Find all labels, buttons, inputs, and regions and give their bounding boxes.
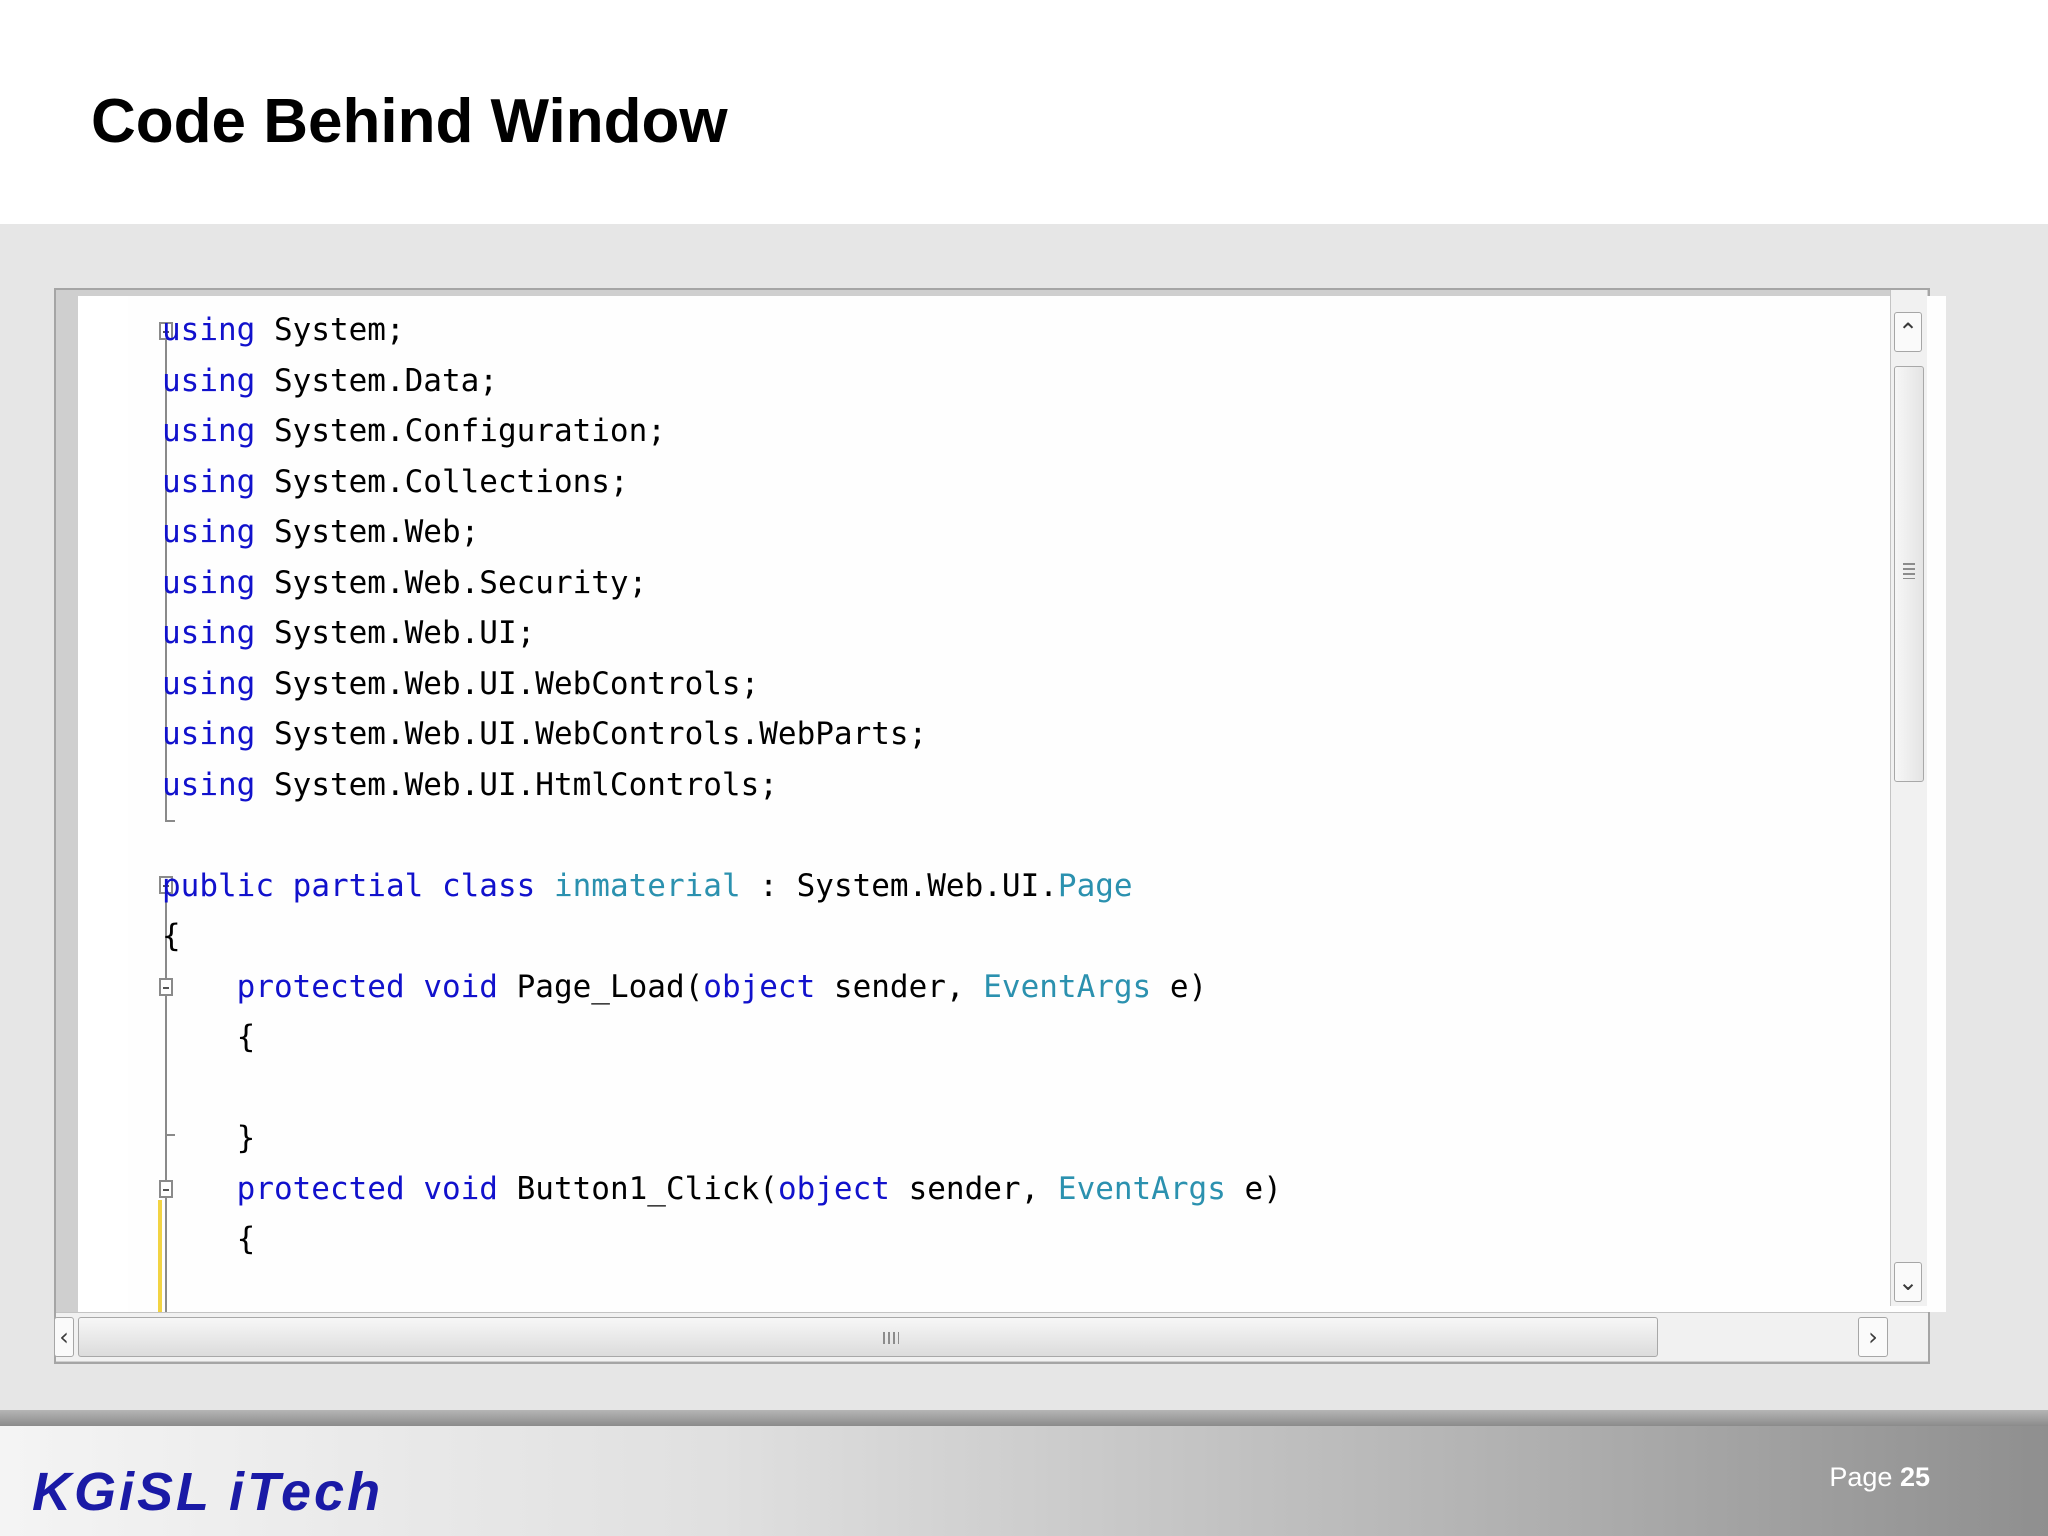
- scroll-up-button[interactable]: ⌃: [1894, 312, 1922, 352]
- keyword-token: void: [423, 968, 498, 1005]
- type-token: inmaterial: [553, 867, 741, 904]
- code-line[interactable]: using System.Configuration;: [162, 406, 666, 456]
- vertical-scrollbar[interactable]: ⌃ ⌄: [1890, 290, 1927, 1306]
- text-token: }: [162, 1120, 256, 1156]
- text-token: : System.Web.UI.: [740, 867, 1058, 904]
- keyword-token: using: [162, 766, 256, 803]
- horizontal-scroll-thumb[interactable]: [78, 1317, 1658, 1357]
- chevron-right-icon: ›: [1868, 1323, 1878, 1351]
- type-token: EventArgs: [1057, 1170, 1226, 1207]
- text-token: System.Web.UI.WebControls.WebParts;: [255, 716, 928, 752]
- keyword-token: using: [162, 514, 256, 550]
- text-token: e): [1225, 1170, 1282, 1207]
- grip-icon: [1903, 563, 1915, 579]
- slide-title: Code Behind Window: [91, 87, 728, 156]
- code-line[interactable]: protected void Page_Load(object sender, …: [162, 962, 1208, 1012]
- code-line[interactable]: using System.Web.UI.WebControls;: [162, 659, 759, 709]
- editor-gutter: [78, 296, 128, 1312]
- chevron-down-icon: ⌄: [1897, 1268, 1919, 1296]
- keyword-token: using: [162, 413, 256, 449]
- keyword-token: using: [162, 716, 256, 752]
- code-line[interactable]: {: [162, 911, 181, 961]
- type-token: Page: [1057, 867, 1133, 904]
- text-token: {: [162, 1019, 256, 1055]
- type-token: EventArgs: [983, 968, 1152, 1005]
- scroll-left-button[interactable]: ‹: [54, 1317, 74, 1357]
- keyword-token: partial: [292, 867, 424, 904]
- text-token: Button1_Click(: [497, 1170, 778, 1207]
- code-area[interactable]: using System; using System.Data; using Sys…: [78, 296, 1946, 1312]
- text-token: System.Web.UI.WebControls;: [255, 665, 760, 702]
- grip-icon: [883, 1332, 899, 1344]
- code-line[interactable]: using System.Web;: [162, 507, 479, 557]
- chevron-up-icon: ⌃: [1897, 318, 1919, 346]
- text-token: sender,: [889, 1170, 1058, 1207]
- keyword-token: public: [162, 867, 274, 904]
- text-token: Page_Load(: [497, 968, 704, 1005]
- slide-header: Code Behind Window: [0, 0, 2048, 224]
- footer-band: [0, 1410, 2048, 1426]
- page-label: Page: [1829, 1462, 1893, 1492]
- text-token: System.Web.UI;: [255, 615, 536, 651]
- code-line[interactable]: {: [162, 1012, 256, 1062]
- page-number: Page 25: [1829, 1462, 1930, 1493]
- keyword-token: using: [162, 362, 256, 399]
- scroll-right-button[interactable]: ›: [1858, 1317, 1888, 1357]
- keyword-token: object: [703, 968, 816, 1005]
- text-token: {: [162, 918, 181, 954]
- scroll-down-button[interactable]: ⌄: [1894, 1262, 1922, 1302]
- code-line[interactable]: using System.Web.UI;: [162, 608, 535, 658]
- keyword-token: using: [162, 312, 256, 348]
- text-token: System.Data;: [255, 362, 498, 399]
- text-token: System.Web.Security;: [255, 564, 648, 601]
- text-token: System.Web.UI.HtmlControls;: [255, 766, 778, 803]
- code-line[interactable]: using System.Web.UI.WebControls.WebParts…: [162, 709, 927, 759]
- chevron-left-icon: ‹: [59, 1323, 69, 1351]
- code-line[interactable]: protected void Button1_Click(object send…: [162, 1164, 1282, 1214]
- vertical-scroll-thumb[interactable]: [1894, 366, 1924, 782]
- keyword-token: protected: [236, 1170, 405, 1207]
- text-token: System.Collections;: [255, 463, 629, 500]
- text-token: System.Web;: [255, 514, 480, 550]
- keyword-token: using: [162, 463, 256, 500]
- text-token: sender,: [815, 968, 984, 1005]
- code-line[interactable]: using System.Collections;: [162, 457, 629, 507]
- keyword-token: void: [423, 1170, 498, 1207]
- keyword-token: using: [162, 665, 256, 702]
- text-token: System.Configuration;: [255, 413, 666, 449]
- code-line[interactable]: }: [162, 1113, 256, 1163]
- page-number-value: 25: [1899, 1462, 1930, 1492]
- text-token: {: [162, 1221, 256, 1257]
- fold-end-using-block: [165, 820, 175, 822]
- text-token: e): [1151, 968, 1208, 1005]
- code-line[interactable]: using System.Web.UI.HtmlControls;: [162, 760, 778, 810]
- keyword-token: object: [777, 1170, 890, 1207]
- keyword-token: using: [162, 615, 256, 651]
- brand-logo: KGiSL iTech: [32, 1462, 384, 1522]
- horizontal-scrollbar[interactable]: ‹ ›: [54, 1312, 1928, 1361]
- keyword-token: class: [441, 867, 536, 904]
- code-line[interactable]: using System;: [162, 305, 405, 355]
- code-editor-window: using System; using System.Data; using Sys…: [54, 288, 1946, 1364]
- text-token: System;: [255, 312, 405, 348]
- code-line[interactable]: using System.Data;: [162, 356, 498, 406]
- code-line[interactable]: public partial class inmaterial : System…: [162, 861, 1133, 911]
- code-line[interactable]: using System.Web.Security;: [162, 558, 647, 608]
- keyword-token: protected: [236, 968, 405, 1005]
- slide-footer: KGiSL iTech Page 25: [0, 1410, 2048, 1536]
- code-line[interactable]: {: [162, 1214, 256, 1264]
- keyword-token: using: [162, 564, 256, 601]
